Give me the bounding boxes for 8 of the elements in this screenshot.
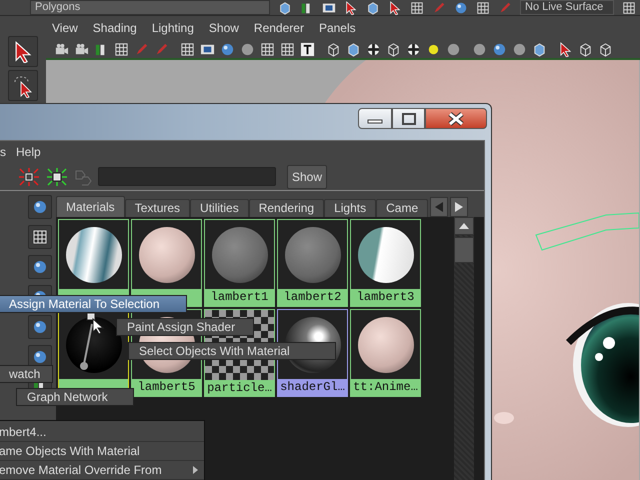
material-name: lambert5: [132, 379, 201, 396]
material-name: particle…: [205, 380, 274, 397]
material-name: lambert2: [278, 289, 347, 306]
material-name: lambert3: [351, 289, 420, 306]
menu-item-label: mbert4...: [0, 424, 46, 441]
material-name: shaderGl…: [278, 379, 347, 396]
material-name: tt:Anime…: [351, 379, 420, 396]
material-name: lambert1: [205, 289, 274, 306]
